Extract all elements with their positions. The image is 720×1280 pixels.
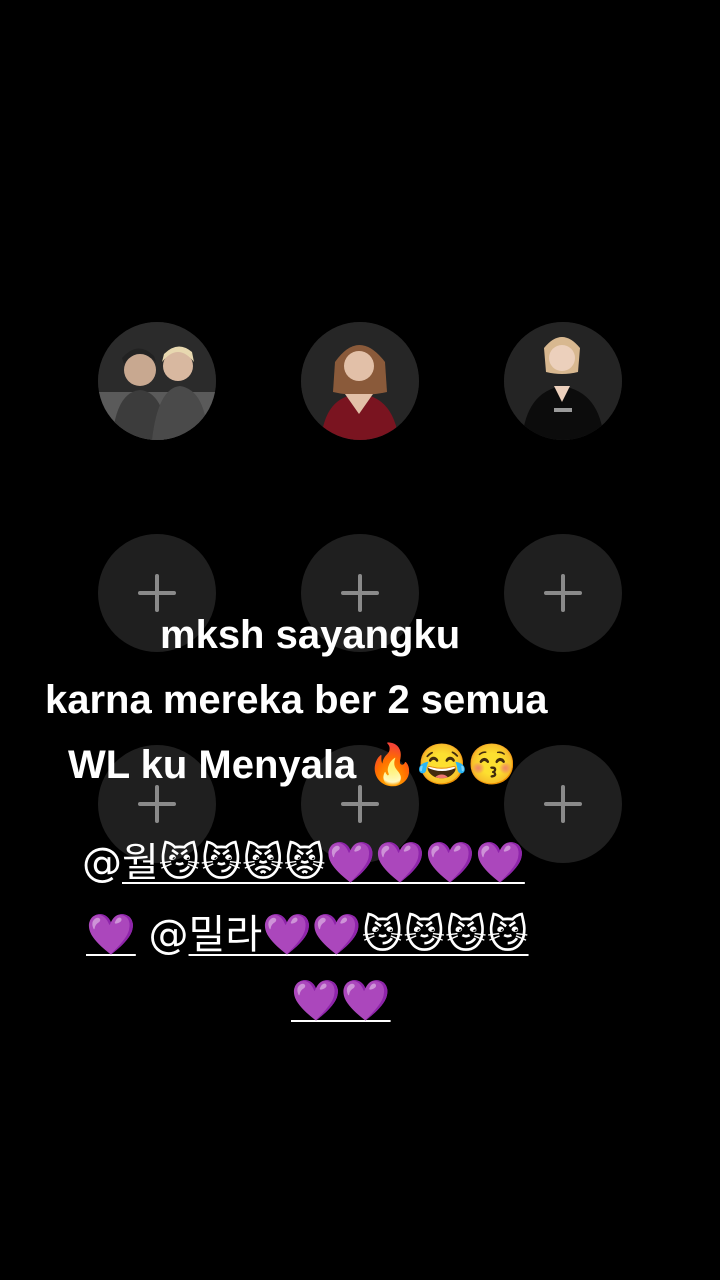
at-symbol: @ [82,840,122,886]
caption-line-3: WL ku Menyala 🔥😂😚 [68,743,517,787]
plus-icon [138,574,176,612]
add-slot-3[interactable] [504,534,622,652]
avatar-2[interactable] [301,322,419,440]
mention-line-3: 💜💜 [291,976,391,1026]
mention-link-heart[interactable]: 💜 [86,912,136,958]
mention-line-1: @월😼😼😾😾💜💜💜💜 [82,838,525,888]
photo-two-men-avatar [98,322,216,440]
mention-line-2: 💜 @밀라💜💜😼😼😼😼 [86,910,529,960]
photo-woman-black-dress-avatar [504,322,622,440]
plus-icon [341,574,379,612]
plus-icon [138,785,176,823]
caption-line-2: karna mereka ber 2 semua [45,678,548,722]
avatar-3[interactable] [504,322,622,440]
plus-icon [544,574,582,612]
photo-woman-red-dress-avatar [301,322,419,440]
caption-line-1: mksh sayangku [160,613,461,657]
plus-icon [544,785,582,823]
mention-link-1[interactable]: 월😼😼😾😾💜💜💜💜 [122,840,525,886]
mention-link-2[interactable]: 밀라💜💜😼😼😼😼 [189,912,529,958]
mention-link-3[interactable]: 💜💜 [291,978,391,1024]
at-symbol: @ [135,912,189,958]
plus-icon [341,785,379,823]
avatar-1[interactable] [98,322,216,440]
